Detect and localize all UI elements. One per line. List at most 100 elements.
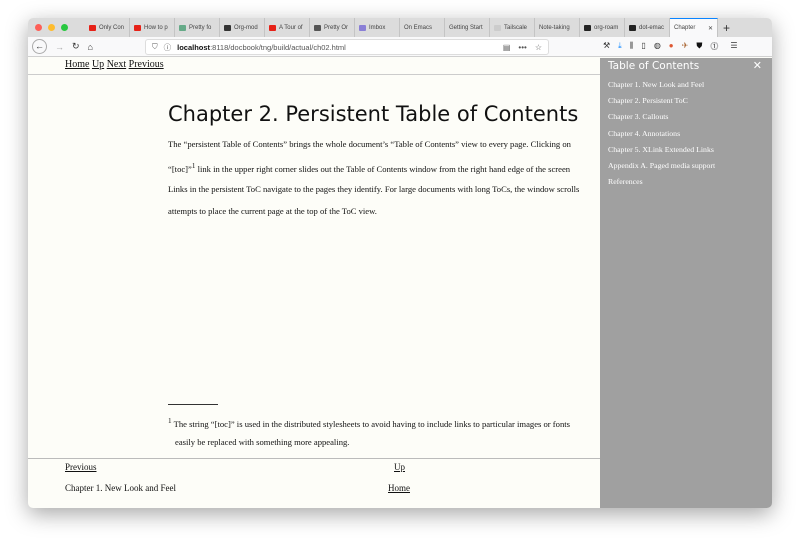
zoom-window-button[interactable] [61,24,68,31]
browser-tab[interactable]: Org-mod [220,18,265,37]
reader-view-icon[interactable]: ▤ [503,43,511,52]
new-tab-button[interactable]: + [718,18,730,37]
browser-tab[interactable]: Getting Start [445,18,490,37]
close-window-button[interactable] [35,24,42,31]
browser-tab[interactable]: Pretty Or [310,18,355,37]
tab-label: dot-emac [639,24,665,31]
footer-previous-title: Chapter 1. New Look and Feel [65,483,176,493]
tab-label: Chapter [674,25,696,31]
forward-button[interactable]: → [55,42,64,52]
paragraph-line: link in the upper right corner slides ou… [195,163,571,174]
wrench-icon[interactable]: ⚒ [603,41,610,52]
paragraph-1: The “persistent Table of Contents” bring… [168,133,571,180]
url-host: localhost [177,42,211,52]
toc-panel: Table of Contents ✕ Chapter 1. New Look … [600,58,772,508]
browser-tab[interactable]: A Tour of [265,18,310,37]
tab-label: Pretty Or [324,24,349,31]
divider [28,458,600,459]
browser-tab[interactable]: Pretty fo [175,18,220,37]
top-navigation: Home Up Next Previous [65,59,164,70]
page-content: Home Up Next Previous Chapter 2. Persist… [28,58,772,508]
tab-label: Getting Start [449,24,483,31]
close-icon[interactable]: ✕ [753,59,762,72]
browser-tab[interactable]: Note-taking [535,18,580,37]
tab-label: Org-mod [234,24,258,31]
close-tab-icon[interactable]: ✕ [708,25,713,32]
divider [28,74,600,75]
dots-icon [494,24,501,31]
footnote-line: The string “[toc]” is used in the distri… [173,418,570,429]
tab-label: A Tour of [279,24,303,31]
youtube-icon [269,24,276,31]
footnote-mark: 1 [168,417,172,425]
paragraph-2: Links in the persistent ToC navigate to … [168,178,579,222]
browser-tab[interactable]: Chapter ✕ [670,18,718,37]
library-icon[interactable]: ⫼ [630,41,634,52]
home-button[interactable]: ⌂ [88,42,93,52]
browser-tab[interactable]: Tailscale [490,18,535,37]
toc-title: Table of Contents [608,60,700,72]
bookmark-star-icon[interactable]: ☆ [535,43,542,52]
paragraph-line: Links in the persistent ToC navigate to … [168,184,580,194]
url-bar[interactable]: ⛉ ⓘ localhost:8118/docbook/tng/build/act… [145,39,549,55]
toc-item[interactable]: References [608,177,715,193]
github-icon [629,24,636,31]
toc-item[interactable]: Chapter 5. XLink Extended Links [608,145,715,161]
tab-label: Pretty fo [189,24,212,31]
footer-up-link[interactable]: Up [394,462,405,472]
browser-tab[interactable]: org-roam [580,18,625,37]
paragraph-line: The “persistent Table of Contents” bring… [168,139,571,149]
toc-link[interactable]: “[toc]” [168,164,192,174]
back-button[interactable]: ← [32,39,47,54]
extension-bird-icon[interactable]: ✈ [682,41,689,52]
shield-icon: ⛉ [152,42,158,51]
paragraph-line: attempts to place the current page at th… [168,206,377,216]
toc-item[interactable]: Chapter 2. Persistent ToC [608,96,715,112]
tab-label: Only Con [99,24,125,31]
browser-tab[interactable]: Imbox [355,18,400,37]
grid-icon [314,24,321,31]
youtube-icon [89,24,96,31]
toc-item[interactable]: Chapter 3. Callouts [608,112,715,128]
duckduckgo-icon[interactable]: ● [669,41,674,52]
toc-item[interactable]: Appendix A. Paged media support [608,161,715,177]
tab-label: On Emacs [404,24,433,31]
tab-label: Tailscale [504,24,528,31]
home-link[interactable]: Home [65,59,89,70]
minimize-window-button[interactable] [48,24,55,31]
more-icon[interactable]: ••• [518,43,526,52]
org-icon [224,24,231,31]
bird-icon [179,24,186,31]
page-title: Chapter 2. Persistent Table of Contents [168,102,579,126]
shield-extension-icon[interactable]: ⛊ [696,41,702,52]
nav-toolbar: ← → ↻ ⌂ ⛉ ⓘ localhost:8118/docbook/tng/b… [28,37,772,57]
previous-link[interactable]: Previous [129,59,164,70]
browser-tab[interactable]: On Emacs [400,18,445,37]
tab-bar: Only Con How to p Pretty fo Org-mod A Tour o… [28,18,772,37]
url-path: :8118/docbook/tng/build/actual/ch02.html [210,42,346,52]
up-link[interactable]: Up [92,59,104,70]
extension-icon[interactable]: ◍ [654,41,661,52]
footer-home-link[interactable]: Home [388,483,410,493]
tab-label: Note-taking [539,24,570,31]
footnote: 1 The string “[toc]” is used in the dist… [168,410,570,453]
download-icon[interactable]: ⤓ [618,41,622,52]
window-controls [28,18,85,37]
next-link[interactable]: Next [107,59,126,70]
browser-tab[interactable]: How to p [130,18,175,37]
footer-previous-link[interactable]: Previous [65,462,97,472]
reload-button[interactable]: ↻ [72,41,80,52]
footnote-rule [168,404,218,405]
hey-icon [359,24,366,31]
toc-item[interactable]: Chapter 1. New Look and Feel [608,80,715,96]
toc-item[interactable]: Chapter 4. Annotations [608,129,715,145]
menu-icon[interactable]: ☰ [730,41,737,52]
tab-label: org-roam [594,24,619,31]
browser-tab[interactable]: Only Con [85,18,130,37]
onepassword-icon[interactable]: ⓵ [710,41,718,52]
youtube-icon [134,24,141,31]
browser-tab[interactable]: dot-emac [625,18,670,37]
github-icon [584,24,591,31]
sidebar-icon[interactable]: ▯ [641,41,645,52]
tab-label: How to p [144,24,168,31]
